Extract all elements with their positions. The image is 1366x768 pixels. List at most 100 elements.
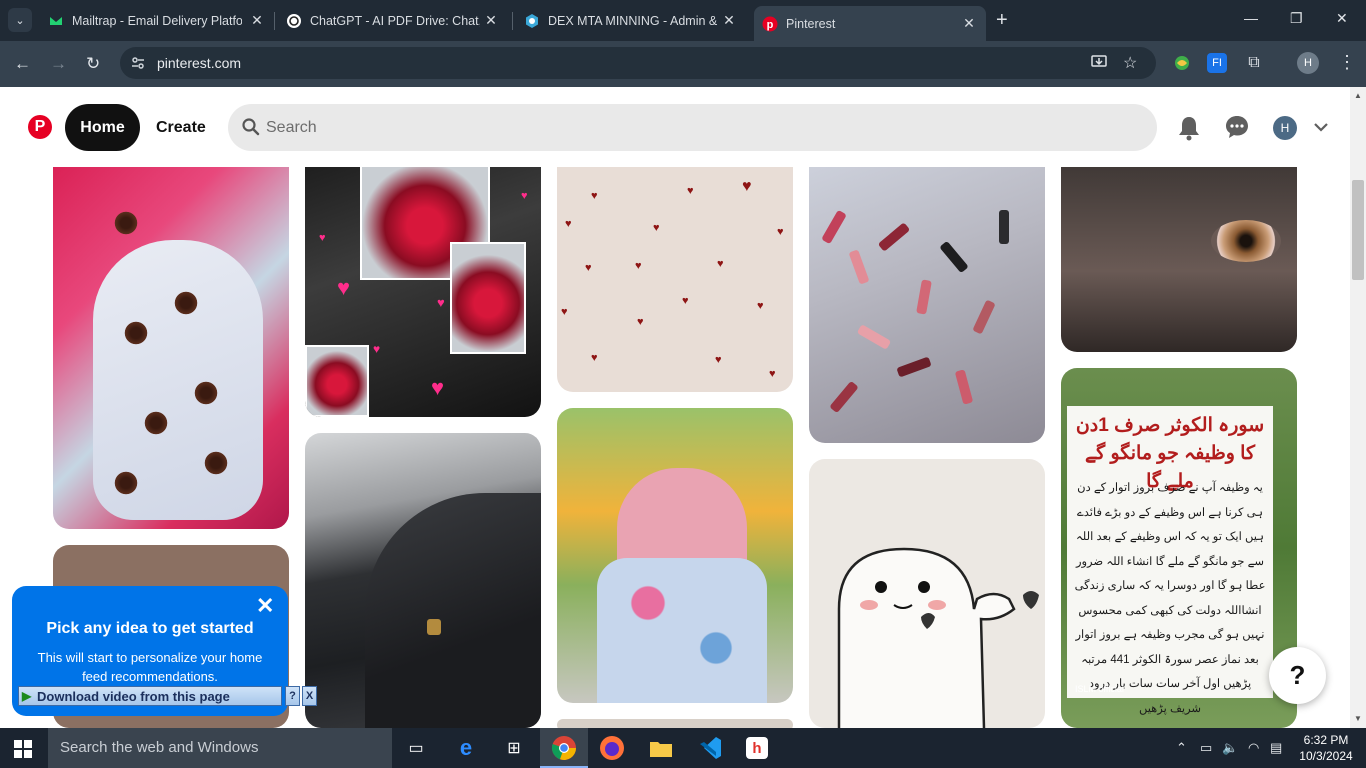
reload-icon[interactable]: ↻ [86, 54, 100, 74]
popup-close-icon[interactable]: ✕ [256, 595, 274, 617]
lip-gloss-tube [848, 249, 870, 285]
pin-urdu-wazifa[interactable]: سورہ الکوثر صرف 1دن کا وظیفہ جو مانگو گے… [1061, 368, 1297, 728]
windows-start-icon[interactable] [14, 740, 32, 758]
tab-title: Pinterest [786, 16, 836, 31]
pin-rose-collage[interactable]: ♥ ♥ ♥ ♥ ♥ ♥ [305, 150, 541, 417]
svg-text:p: p [767, 19, 774, 31]
henna-motif [113, 210, 139, 236]
extensions-puzzle-icon[interactable]: ⧉ [1244, 53, 1264, 73]
window-close-icon[interactable]: ✕ [1336, 10, 1348, 27]
browser-tab-bar: ⌄ Mailtrap - Email Delivery Platform ✕ C… [0, 0, 1366, 41]
heart-icon: ♥ [682, 295, 689, 307]
download-video-button[interactable]: ▶ Download video from this page [18, 686, 282, 706]
new-tab-icon[interactable]: + [996, 10, 1008, 30]
tab-separator [274, 12, 275, 30]
download-help-button[interactable]: ? [285, 686, 300, 706]
henna-motif [123, 320, 149, 346]
close-icon[interactable]: ✕ [720, 11, 738, 29]
minimize-icon[interactable]: — [1244, 10, 1258, 26]
tab-pinterest[interactable]: p Pinterest ✕ [754, 6, 986, 41]
download-close-button[interactable]: X [302, 686, 317, 706]
urdu-card-footer: ISLM official [1075, 684, 1124, 694]
profile-avatar[interactable]: H [1273, 116, 1297, 140]
lip-gloss-tube [954, 369, 974, 405]
heart-icon: ♥ [637, 316, 644, 328]
search-bar[interactable] [228, 104, 1157, 151]
address-bar[interactable]: pinterest.com ☆ [120, 47, 1156, 79]
taskbar-clock[interactable]: 6:32 PM 10/3/2024 [1296, 732, 1356, 764]
vscode-icon[interactable] [696, 734, 724, 762]
heart-icon: ♥ [521, 190, 528, 202]
tab-mailtrap[interactable]: Mailtrap - Email Delivery Platform ✕ [48, 8, 266, 33]
mailtrap-icon [50, 16, 62, 25]
forward-icon[interactable]: → [50, 54, 67, 74]
close-icon[interactable]: ✕ [482, 11, 500, 29]
volume-icon[interactable]: 🔈 [1222, 740, 1238, 756]
pin-black-sports-car[interactable] [305, 433, 541, 728]
notification-center-icon[interactable]: ▤ [1270, 740, 1282, 756]
tab-search-button[interactable]: ⌄ [8, 8, 32, 32]
pin-ghost-drawing[interactable] [809, 459, 1045, 728]
pin-lip-gloss-collection[interactable] [809, 150, 1045, 443]
install-app-icon[interactable] [1090, 53, 1108, 71]
lip-gloss-tube [877, 222, 911, 252]
bookmark-star-icon[interactable]: ☆ [1123, 53, 1137, 73]
battery-icon[interactable]: ▭ [1200, 740, 1212, 756]
pinterest-logo-icon[interactable]: P [28, 115, 52, 139]
task-view-icon[interactable]: ▭ [402, 734, 430, 762]
heart-icon: ♥ [717, 258, 724, 270]
heart-icon: ♥ [319, 232, 326, 244]
edge-icon[interactable]: e [452, 734, 480, 762]
car-badge-icon [427, 619, 441, 635]
browser-menu-icon[interactable]: ⋮ [1338, 52, 1356, 73]
store-icon[interactable]: ⊞ [500, 734, 528, 762]
tray-chevron-icon[interactable]: ⌃ [1176, 740, 1187, 756]
close-icon[interactable]: ✕ [960, 14, 978, 32]
site-settings-icon[interactable] [130, 55, 146, 71]
henna-motif [113, 470, 139, 496]
chrome-icon[interactable] [550, 734, 578, 762]
windows-taskbar: Search the web and Windows ▭ e ⊞ h ⌃ ▭ 🔈… [0, 728, 1366, 768]
page-scrollbar[interactable]: ▲ ▼ [1350, 87, 1366, 728]
file-explorer-icon[interactable] [647, 734, 675, 762]
heart-icon: ♥ [565, 218, 572, 230]
lip-gloss-tube [972, 299, 996, 335]
messages-icon[interactable] [1225, 115, 1249, 139]
nav-create-button[interactable]: Create [156, 119, 206, 137]
tab-dex[interactable]: DEX MTA MINNING - Admin & ✕ [524, 8, 738, 33]
tab-chatgpt[interactable]: ChatGPT - AI PDF Drive: Chat, C ✕ [286, 8, 500, 33]
tab-title: ChatGPT - AI PDF Drive: Chat, C [310, 13, 480, 28]
urdu-text-card: سورہ الکوثر صرف 1دن کا وظیفہ جو مانگو گے… [1067, 406, 1273, 715]
notifications-bell-icon[interactable] [1178, 115, 1200, 141]
heart-icon: ♥ [715, 354, 722, 366]
pin-hijab-girl[interactable] [557, 408, 793, 703]
url-text: pinterest.com [157, 55, 242, 71]
help-button[interactable]: ? [1269, 647, 1326, 704]
browser-profile-avatar[interactable]: H [1297, 52, 1319, 74]
scroll-down-icon[interactable]: ▼ [1354, 714, 1362, 723]
back-icon[interactable]: ← [14, 54, 31, 74]
heart-icon: ♥ [687, 185, 694, 197]
pin-henna-hand[interactable] [53, 150, 289, 529]
chevron-down-icon[interactable] [1314, 122, 1328, 132]
nav-home-button[interactable]: Home [65, 104, 140, 151]
restore-icon[interactable]: ❐ [1290, 10, 1303, 27]
wifi-icon[interactable]: ◠ [1248, 740, 1259, 756]
heart-icon: ♥ [769, 368, 776, 380]
heart-icon: ♥ [777, 226, 784, 238]
extension-globe-icon[interactable] [1172, 53, 1192, 73]
close-icon[interactable]: ✕ [248, 11, 266, 29]
scrollbar-thumb[interactable] [1352, 180, 1364, 280]
heart-icon: ♥ [635, 260, 642, 272]
firefox-icon[interactable] [598, 734, 626, 762]
extension-fi-icon[interactable]: FI [1207, 53, 1227, 73]
app-h-icon[interactable]: h [746, 737, 768, 759]
taskbar-search-box[interactable]: Search the web and Windows [48, 728, 392, 768]
ghost-illustration [837, 547, 1039, 728]
scroll-up-icon[interactable]: ▲ [1354, 91, 1362, 100]
pin-eye-closeup[interactable] [1061, 150, 1297, 352]
henna-motif [203, 450, 229, 476]
search-input[interactable] [266, 112, 1126, 143]
pin-hearts-pattern[interactable]: ♥ ♥ ♥ ♥ ♥ ♥ ♥ ♥ ♥ ♥ ♥ ♥ ♥ ♥ ♥ ♥ [557, 150, 793, 392]
play-icon: ▶ [22, 689, 32, 703]
